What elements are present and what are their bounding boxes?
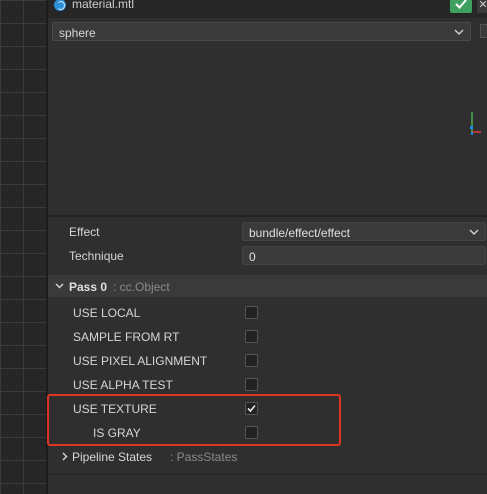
- material-preview[interactable]: [48, 44, 487, 214]
- chevron-right-icon: [62, 452, 68, 461]
- chevron-down-icon: [454, 29, 464, 36]
- use-alpha-test-checkbox[interactable]: [245, 378, 258, 391]
- inspector-panel: material.mtl ✕ sphere Effect bundle/effe…: [47, 0, 487, 494]
- highlight-box: [47, 394, 341, 446]
- technique-label: Technique: [69, 249, 124, 263]
- title-bar: material.mtl ✕: [48, 0, 487, 18]
- pass-header[interactable]: Pass 0 : cc.Object: [48, 275, 487, 297]
- pass-type: : cc.Object: [113, 280, 170, 294]
- define-label-use-pixel-alignment: USE PIXEL ALIGNMENT: [73, 354, 208, 368]
- preview-option-checkbox[interactable]: [480, 24, 487, 38]
- asset-title: material.mtl: [72, 0, 135, 11]
- effect-value: bundle/effect/effect: [249, 226, 350, 240]
- pipeline-states-label: Pipeline States: [72, 450, 153, 464]
- use-local-checkbox[interactable]: [245, 306, 258, 319]
- preview-mesh-value: sphere: [59, 26, 96, 40]
- pipeline-states-type: : PassStates: [170, 450, 238, 464]
- sample-from-rt-checkbox[interactable]: [245, 330, 258, 343]
- use-pixel-alignment-checkbox[interactable]: [245, 354, 258, 367]
- close-button[interactable]: ✕: [477, 0, 487, 13]
- axis-gizmo-icon: [470, 112, 481, 135]
- chevron-down-icon: [55, 283, 64, 289]
- chevron-down-icon: [469, 229, 479, 236]
- effect-label: Effect: [69, 225, 100, 239]
- effect-select[interactable]: bundle/effect/effect: [242, 222, 486, 241]
- define-label-sample-from-rt: SAMPLE FROM RT: [73, 330, 180, 344]
- pass-name: Pass 0: [69, 280, 108, 294]
- technique-input[interactable]: 0: [242, 246, 486, 265]
- bottom-divider: [48, 474, 487, 475]
- checkmark-icon: [455, 0, 467, 9]
- section-separator: [48, 215, 487, 217]
- preview-mesh-select[interactable]: sphere: [52, 22, 471, 41]
- material-icon: [54, 0, 66, 11]
- technique-value: 0: [249, 250, 256, 264]
- define-label-use-local: USE LOCAL: [73, 306, 141, 320]
- define-label-use-alpha-test: USE ALPHA TEST: [73, 378, 173, 392]
- apply-button[interactable]: [450, 0, 472, 13]
- close-icon: ✕: [478, 0, 487, 11]
- scene-grid: [0, 0, 46, 494]
